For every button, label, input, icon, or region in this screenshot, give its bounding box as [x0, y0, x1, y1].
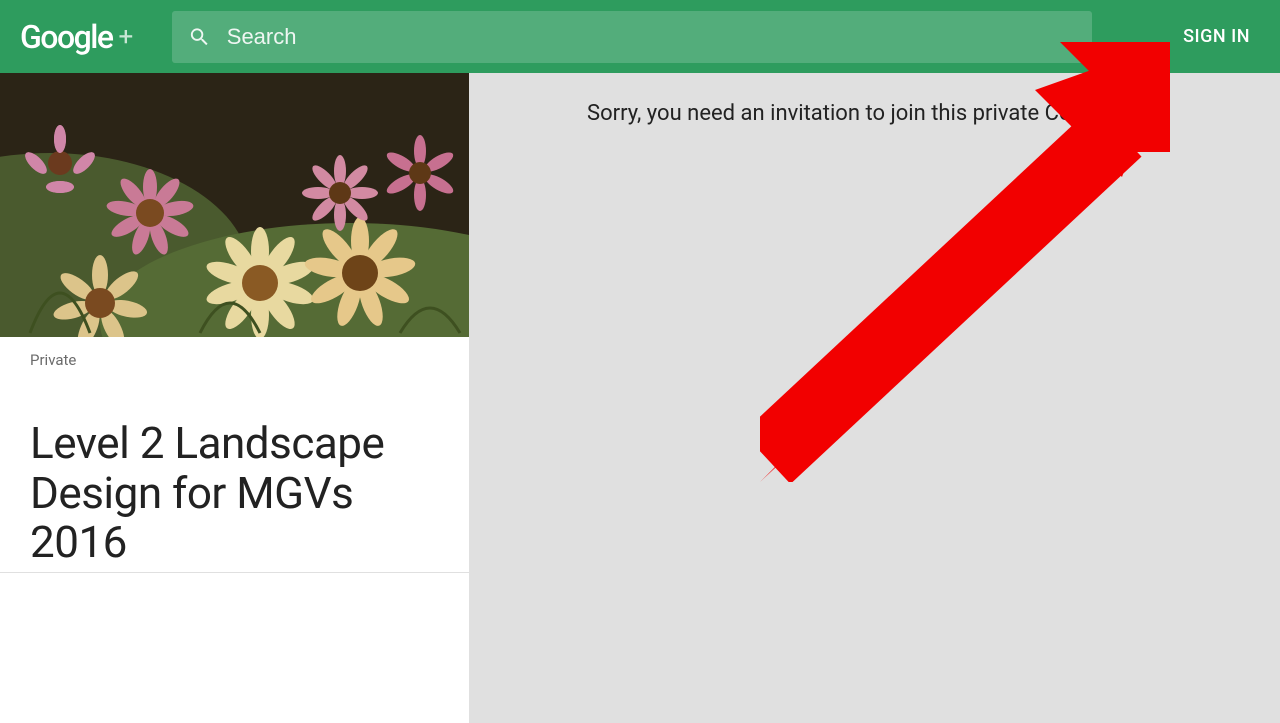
sidebar-bottom [0, 573, 469, 723]
main-content: Sorry, you need an invitation to join th… [469, 73, 1280, 720]
search-input[interactable] [227, 24, 1076, 50]
privacy-label: Private [0, 337, 469, 379]
topbar: Google+ SIGN IN [0, 0, 1280, 73]
community-sidebar: Private Level 2 Landscape Design for MGV… [0, 73, 469, 573]
community-title: Level 2 Landscape Design for MGVs 2016 [0, 379, 469, 568]
community-cover-image [0, 73, 469, 337]
logo-plus-icon: + [119, 22, 132, 52]
logo-text: Google [20, 18, 113, 56]
content-area: Private Level 2 Landscape Design for MGV… [0, 73, 1280, 720]
invitation-message: Sorry, you need an invitation to join th… [469, 101, 1280, 126]
search-box[interactable] [172, 11, 1092, 63]
logo[interactable]: Google+ [20, 18, 132, 56]
sign-in-button[interactable]: SIGN IN [1183, 26, 1260, 47]
search-icon [188, 25, 211, 49]
